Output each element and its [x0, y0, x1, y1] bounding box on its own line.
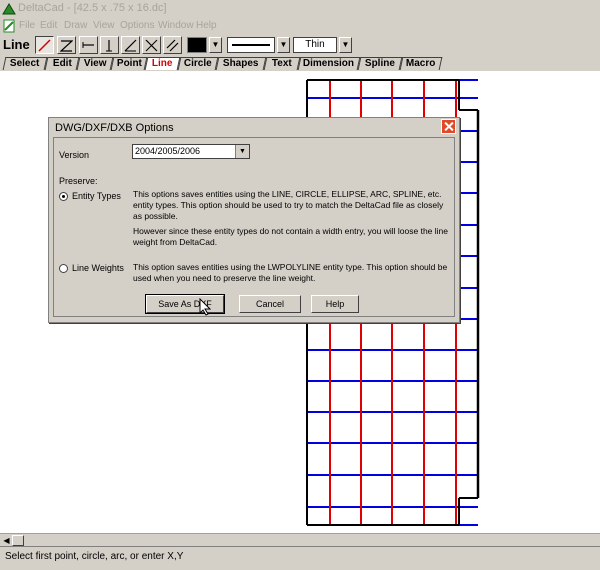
status-bar: Select first point, circle, arc, or ente… [0, 546, 600, 570]
dialog-title: DWG/DXF/DXB Options [55, 122, 174, 134]
mode-label: Line [3, 37, 30, 52]
perpendicular-line-icon [145, 39, 158, 52]
line-style-select[interactable] [227, 37, 275, 53]
tab-shapes[interactable]: Shapes [215, 57, 267, 70]
document-icon[interactable] [2, 19, 16, 33]
horizontal-line-icon [82, 42, 94, 48]
tab-label: Shapes [223, 58, 259, 69]
help-button[interactable]: Help [311, 295, 359, 313]
color-dropdown-button[interactable]: ▼ [209, 37, 222, 53]
title-bar: DeltaCad - [42.5 x .75 x 16.dc] [0, 0, 600, 18]
menu-draw[interactable]: Draw [64, 20, 87, 31]
entity-types-label[interactable]: Entity Types [72, 191, 121, 201]
line-thickness-select[interactable]: Thin [293, 37, 337, 53]
horizontal-scrollbar[interactable]: ◀ [0, 533, 600, 547]
menu-edit[interactable]: Edit [40, 20, 57, 31]
angled-line-icon [124, 39, 137, 52]
line-weights-radio[interactable] [59, 264, 68, 273]
menu-help[interactable]: Help [196, 20, 217, 31]
tab-label: Circle [183, 58, 212, 69]
color-swatch[interactable] [187, 37, 207, 53]
tab-view[interactable]: View [76, 57, 114, 70]
line-style-dropdown-button[interactable]: ▼ [277, 37, 290, 53]
line-continuous-button[interactable] [57, 36, 76, 54]
tab-label: Dimension [303, 58, 355, 69]
tab-macro[interactable]: Macro [399, 57, 443, 70]
diagonal-line-icon [38, 39, 51, 52]
parallel-lines-icon [166, 39, 179, 52]
line-perpendicular-button[interactable] [142, 36, 161, 54]
tab-line[interactable]: Line [144, 57, 181, 70]
tab-circle[interactable]: Circle [177, 57, 219, 70]
close-icon[interactable] [441, 119, 456, 134]
menu-options[interactable]: Options [120, 20, 154, 31]
tab-label: Line [152, 58, 173, 69]
chevron-down-icon[interactable]: ▼ [235, 145, 249, 158]
menu-window[interactable]: Window [158, 20, 194, 31]
line-weights-label[interactable]: Line Weights [72, 263, 124, 273]
tab-label: Macro [406, 58, 436, 69]
deltacad-app-icon [2, 3, 16, 15]
tab-label: Select [10, 58, 40, 69]
tab-text[interactable]: Text [263, 57, 301, 70]
line-weight-warning: However since these entity types do not … [133, 226, 448, 247]
tab-edit[interactable]: Edit [44, 57, 80, 70]
version-select[interactable]: 2004/2005/2006 ▼ [132, 144, 250, 159]
tool-tabs: Select Edit View Point Line Circle Shape… [0, 56, 600, 71]
preserve-label: Preserve: [59, 176, 98, 186]
tab-select[interactable]: Select [2, 57, 48, 70]
entity-types-description: This options saves entities using the LI… [133, 189, 444, 221]
line-horizontal-button[interactable] [79, 36, 98, 54]
vertical-line-icon [106, 40, 112, 52]
line-weights-description: This option saves entities using the LWP… [133, 262, 448, 283]
tab-label: Point [116, 58, 142, 69]
tab-dimension[interactable]: Dimension [297, 57, 361, 70]
scroll-left-icon[interactable]: ◀ [1, 535, 12, 546]
status-text: Select first point, circle, arc, or ente… [5, 551, 184, 562]
line-two-point-button[interactable] [35, 36, 54, 54]
tab-point[interactable]: Point [110, 57, 148, 70]
version-value: 2004/2005/2006 [135, 146, 201, 156]
tab-label: Text [271, 58, 292, 69]
dwg-dxf-options-dialog: DWG/DXF/DXB Options Version 2004/2005/20… [48, 117, 460, 323]
tool-bar: Line ▼ ▼ Thin ▼ [0, 34, 600, 56]
line-vertical-button[interactable] [100, 36, 119, 54]
line-parallel-button[interactable] [163, 36, 182, 54]
menu-bar: File Edit Draw View Options Window Help [0, 18, 600, 34]
version-label: Version [59, 150, 90, 160]
save-as-dxf-button[interactable]: Save As DXF [145, 294, 225, 314]
menu-file[interactable]: File [19, 20, 35, 31]
polyline-icon [60, 40, 73, 52]
entity-types-radio[interactable] [59, 192, 68, 201]
tab-label: Edit [52, 58, 72, 69]
scroll-thumb[interactable] [12, 535, 24, 546]
thickness-dropdown-button[interactable]: ▼ [339, 37, 352, 53]
tab-spline[interactable]: Spline [357, 57, 403, 70]
mouse-pointer-icon [199, 298, 211, 316]
window-title: DeltaCad - [42.5 x .75 x 16.dc] [18, 2, 167, 14]
tab-label: Spline [364, 58, 395, 69]
menu-view[interactable]: View [93, 20, 115, 31]
line-angle-button[interactable] [121, 36, 140, 54]
cancel-button[interactable]: Cancel [239, 295, 301, 313]
tab-label: View [83, 58, 107, 69]
